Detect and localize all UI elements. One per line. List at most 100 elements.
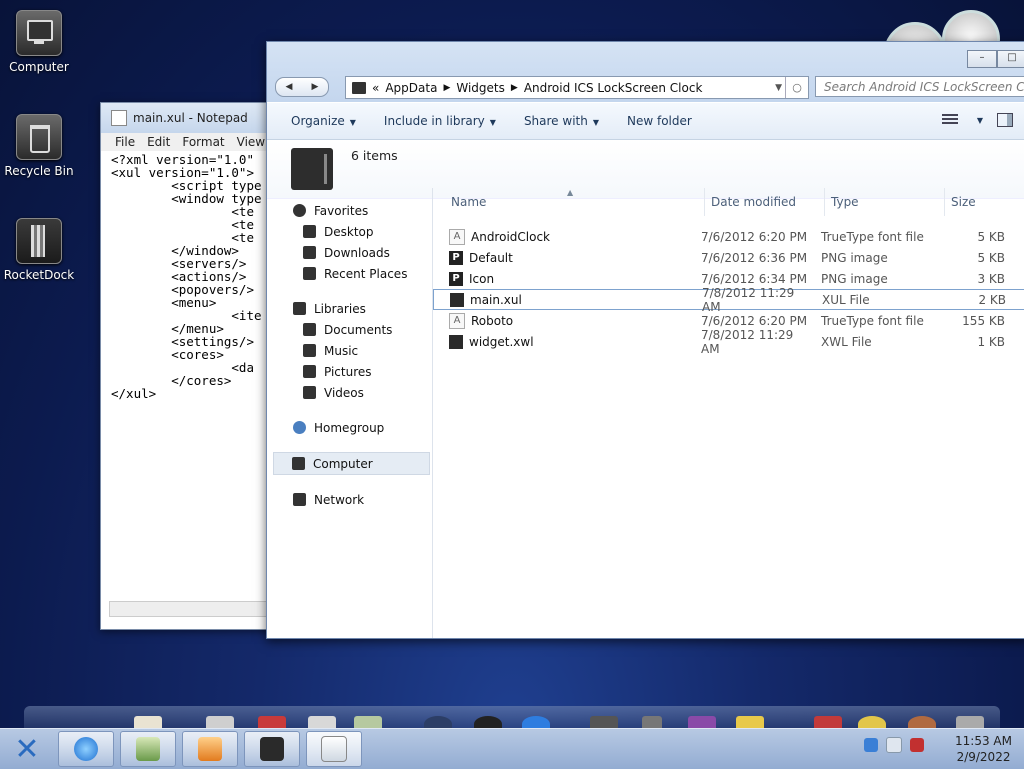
explorer-titlebar[interactable]: – □ ◀ ▶ « AppData ▶ Widgets ▶ Android IC… (267, 42, 1024, 102)
column-type[interactable]: Type (825, 188, 945, 216)
taskbar-image-viewer[interactable] (120, 731, 176, 767)
volume-muted-icon[interactable] (910, 738, 924, 752)
include-in-library-button[interactable]: Include in library ▼ (384, 114, 496, 128)
nav-homegroup[interactable]: Homegroup (267, 417, 432, 438)
file-name: AndroidClock (471, 229, 550, 244)
back-button[interactable]: ◀ (286, 78, 293, 96)
taskbar-mixer[interactable] (244, 731, 300, 767)
file-name: Roboto (471, 313, 514, 328)
music-icon (303, 344, 316, 357)
computer-icon (292, 457, 305, 470)
notepad-titlebar[interactable]: main.xul - Notepad (101, 103, 281, 133)
nav-documents[interactable]: Documents (267, 319, 432, 340)
minimize-button[interactable]: – (967, 50, 997, 68)
breadcrumb-widgets[interactable]: Widgets (456, 81, 505, 95)
menu-format[interactable]: Format (182, 135, 224, 149)
share-label: Share with (523, 114, 588, 128)
table-row-selected[interactable]: main.xul 7/8/2012 11:29 AM XUL File 2 KB (433, 286, 1024, 314)
include-label: Include in library (383, 114, 485, 128)
bluetooth-icon[interactable] (864, 738, 878, 752)
taskbar-notepad[interactable] (306, 731, 362, 767)
start-button[interactable]: ✕ (2, 731, 52, 767)
column-date-modified[interactable]: Date modified (705, 188, 825, 216)
nav-recent-places[interactable]: Recent Places (267, 263, 432, 284)
nav-buttons: ◀ ▶ (275, 77, 329, 97)
share-with-button[interactable]: Share with ▼ (524, 114, 599, 128)
file-type: PNG image (821, 271, 888, 286)
taskbar-clock[interactable]: 11:53 AM 2/9/2022 (955, 733, 1012, 765)
chevron-right-icon[interactable]: ▶ (511, 83, 518, 93)
mixer-icon (260, 737, 284, 761)
nav-label: Network (314, 492, 365, 507)
nav-libraries[interactable]: Libraries (267, 298, 432, 319)
video-icon (303, 386, 316, 399)
desktop-icon-rocketdock[interactable]: RocketDock (1, 218, 77, 282)
table-row[interactable]: A AndroidClock 7/6/2012 6:20 PM TrueType … (433, 226, 1024, 247)
refresh-icon[interactable]: ○ (785, 77, 808, 98)
file-size: 2 KB (978, 292, 1006, 307)
search-input[interactable]: Search Android ICS LockScreen Clock (815, 76, 1024, 97)
file-name-cell: widget.xwl (433, 334, 691, 349)
desktop-icon-recycle-bin[interactable]: Recycle Bin (1, 114, 77, 178)
menu-edit[interactable]: Edit (147, 135, 170, 149)
taskbar: ✕ 11:53 AM 2/9/2022 (0, 728, 1024, 769)
item-count: 6 items (351, 148, 398, 163)
file-size: 3 KB (977, 271, 1005, 286)
notepad-text-area[interactable]: <?xml version="1.0" <xul version="1.0"> … (101, 151, 281, 402)
file-type: PNG image (821, 250, 888, 265)
taskbar-media-player[interactable] (182, 731, 238, 767)
file-name-cell: A Roboto (433, 312, 691, 329)
maximize-button[interactable]: □ (997, 50, 1024, 68)
network-tray-icon[interactable] (886, 737, 902, 753)
menu-file[interactable]: File (115, 135, 135, 149)
chevron-down-icon[interactable]: ▼ (977, 116, 983, 125)
nav-downloads[interactable]: Downloads (267, 242, 432, 263)
breadcrumb-appdata[interactable]: AppData (385, 81, 437, 95)
menu-view[interactable]: View (237, 135, 265, 149)
file-name-cell: P Default (433, 250, 691, 265)
file-type: TrueType font file (821, 229, 924, 244)
new-folder-button[interactable]: New folder (627, 114, 692, 128)
organize-button[interactable]: Organize ▼ (291, 114, 356, 128)
chevron-down-icon[interactable]: ▼ (775, 83, 782, 93)
taskbar-internet-explorer[interactable] (58, 731, 114, 767)
rocketdock-icon (16, 218, 62, 264)
file-name: widget.xwl (469, 334, 534, 349)
nav-music[interactable]: Music (267, 340, 432, 361)
nav-pictures[interactable]: Pictures (267, 361, 432, 382)
nav-desktop[interactable]: Desktop (267, 221, 432, 242)
system-tray (864, 737, 924, 753)
notepad-window[interactable]: main.xul - Notepad File Edit Format View… (100, 102, 282, 630)
nav-label: Homegroup (314, 420, 385, 435)
download-icon (303, 246, 316, 259)
table-row[interactable]: widget.xwl 7/8/2012 11:29 AM XWL File 1 … (433, 328, 1024, 356)
forward-button[interactable]: ▶ (312, 78, 319, 96)
preview-pane-icon[interactable] (997, 113, 1013, 127)
notepad-horizontal-scrollbar[interactable] (109, 601, 281, 617)
nav-videos[interactable]: Videos (267, 382, 432, 403)
address-bar[interactable]: « AppData ▶ Widgets ▶ Android ICS LockSc… (345, 76, 809, 99)
media-player-icon (198, 737, 222, 761)
nav-network[interactable]: Network (267, 489, 432, 510)
chevron-right-icon[interactable]: ▶ (443, 83, 450, 93)
view-options-icon[interactable] (941, 114, 958, 126)
file-type: XWL File (821, 334, 872, 349)
explorer-window[interactable]: – □ ◀ ▶ « AppData ▶ Widgets ▶ Android IC… (266, 41, 1024, 639)
nav-label: Recent Places (324, 266, 408, 281)
nav-computer[interactable]: Computer (273, 452, 430, 475)
file-type: TrueType font file (821, 313, 924, 328)
network-icon (293, 493, 306, 506)
table-row[interactable]: P Default 7/6/2012 6:36 PM PNG image 5 KB (433, 247, 1024, 268)
desktop-icon-computer[interactable]: Computer (1, 10, 77, 74)
recent-icon (303, 267, 316, 280)
column-size[interactable]: Size (945, 188, 1021, 216)
chevron-down-icon: ▼ (592, 118, 599, 127)
window-controls: – □ (967, 50, 1024, 68)
breadcrumb-current-folder[interactable]: Android ICS LockScreen Clock (524, 81, 703, 95)
nav-favorites[interactable]: Favorites (267, 200, 432, 221)
file-date: 7/6/2012 6:36 PM (701, 250, 808, 265)
file-date: 7/8/2012 11:29 AM (701, 327, 794, 356)
file-name: main.xul (470, 292, 522, 307)
folder-large-icon (291, 148, 333, 190)
breadcrumb-overflow[interactable]: « (372, 81, 379, 95)
